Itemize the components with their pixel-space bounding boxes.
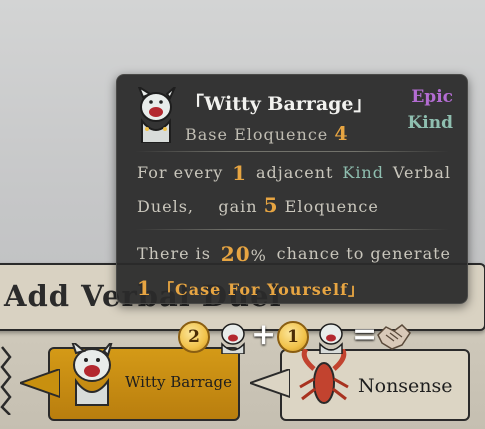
effect-text: chance to generate [276, 244, 451, 263]
cat-face-icon [71, 343, 113, 406]
gain-value: 5 [263, 193, 279, 217]
card-pointer-icon [20, 369, 60, 399]
equals-sign: = [352, 317, 378, 352]
effect-text: adjacent [256, 163, 334, 182]
card-label: Witty Barrage [125, 373, 232, 391]
effect-count: 1 [232, 161, 248, 185]
percent-sign: % [250, 246, 267, 265]
case-for-yourself-item: 「Case For Yourself」 [158, 280, 365, 299]
effect-description-1: For every 1 adjacent Kind Verbal Duels, … [137, 157, 451, 223]
plus-sign: + [251, 317, 277, 352]
effect-text: gain [218, 197, 258, 216]
card-tooltip: 「Witty Barrage」 Base Eloquence 4 Epic Ki… [116, 74, 468, 304]
base-eloquence-label: Base Eloquence [185, 125, 329, 144]
tooltip-title: 「Witty Barrage」 [185, 93, 373, 115]
cat-face-icon [319, 323, 343, 354]
effect-text: Duels, [137, 197, 195, 216]
base-eloquence: Base Eloquence 4 [185, 123, 349, 145]
cat-face-icon [221, 323, 245, 354]
card-witty-barrage[interactable]: Witty Barrage [20, 343, 240, 421]
card-pointer-icon [250, 369, 290, 399]
chance-value: 20 [220, 242, 251, 266]
generate-count: 1 [137, 276, 152, 300]
handshake-icon [377, 324, 411, 350]
effect-text: There is [137, 244, 211, 263]
rarity-tag: Epic [411, 87, 453, 107]
card-nonsense[interactable]: Nonsense [250, 349, 470, 421]
card-label: Nonsense [358, 375, 453, 397]
base-eloquence-value: 4 [334, 123, 349, 145]
divider [135, 151, 449, 152]
effect-text: For every [137, 163, 224, 182]
cat-face-icon [137, 87, 176, 143]
upgrade-formula: 2 + 1 = [178, 317, 411, 356]
kind-keyword: Kind [342, 163, 384, 182]
crayfish-icon [299, 349, 349, 404]
effect-text: Verbal [392, 163, 451, 182]
divider [135, 229, 449, 230]
type-tag: Kind [407, 113, 453, 133]
level-coin: 2 [178, 321, 210, 353]
effect-description-2: There is 20% chance to generate 1 「Case … [137, 238, 451, 306]
zigzag-edge-icon [0, 346, 12, 415]
level-coin: 1 [277, 321, 309, 353]
effect-text: Eloquence [284, 197, 379, 216]
